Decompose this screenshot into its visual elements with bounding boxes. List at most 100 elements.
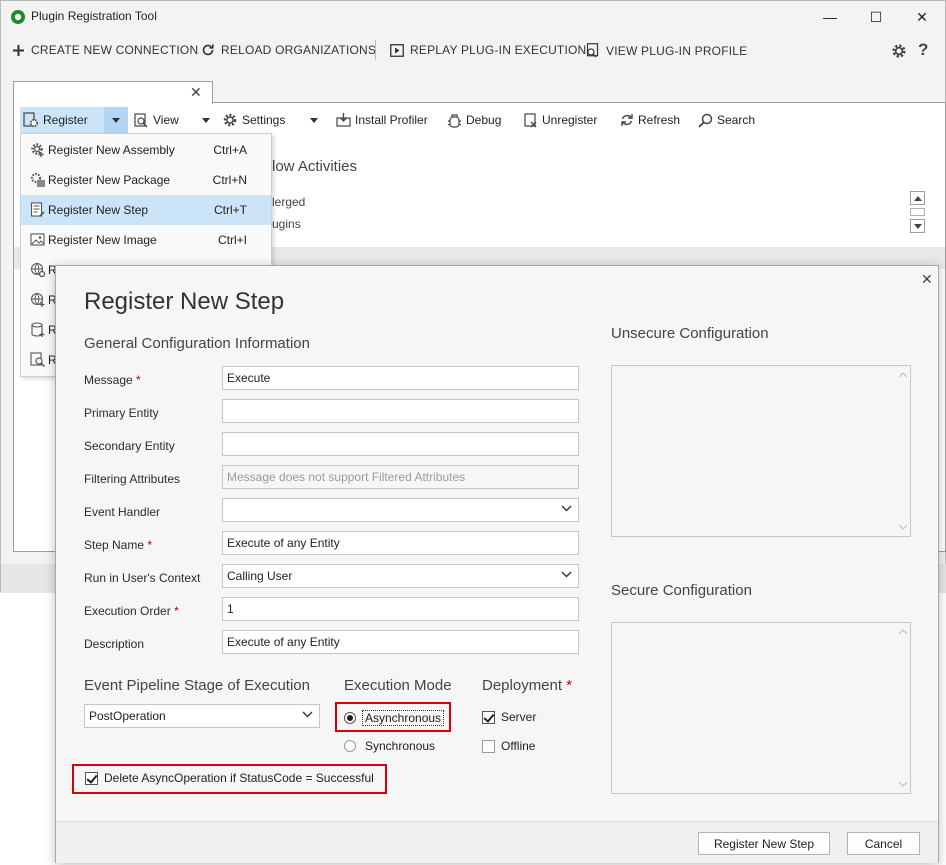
sync-radio[interactable] [344, 740, 356, 752]
menu-item-label: Register New Step [48, 203, 149, 217]
minimize-button[interactable]: — [807, 1, 853, 33]
step-icon [30, 202, 46, 218]
pipeline-stage-select[interactable]: PostOperation [84, 704, 320, 728]
maximize-icon: ☐ [869, 8, 883, 25]
sync-radio-option[interactable]: Synchronous [344, 739, 435, 753]
globe-icon [30, 292, 46, 308]
settings-button[interactable]: Settings [219, 107, 288, 133]
create-connection-button[interactable]: CREATE NEW CONNECTION [12, 43, 198, 57]
menu-item-label: Register New Image [48, 233, 157, 247]
close-icon: ✕ [916, 8, 928, 25]
filtering-attributes-input[interactable]: Message does not support Filtered Attrib… [222, 465, 579, 489]
description-input[interactable]: Execute of any Entity [222, 630, 579, 654]
server-checkbox-option[interactable]: Server [482, 710, 536, 724]
close-window-button[interactable]: ✕ [899, 1, 945, 33]
message-label: Message * [84, 373, 141, 387]
scroll-down-icon [899, 782, 907, 787]
plus-icon [13, 44, 24, 56]
settings-gear-button[interactable] [891, 43, 907, 62]
secondary-entity-input[interactable] [222, 432, 579, 456]
async-radio-option[interactable]: Asynchronous [344, 710, 445, 726]
cancel-button[interactable]: Cancel [847, 832, 920, 855]
register-step-dialog: ✕ Register New Step General Configuratio… [55, 265, 939, 863]
sync-radio-label: Synchronous [365, 739, 436, 753]
debug-button[interactable]: Debug [444, 107, 504, 133]
menu-item-register-assembly[interactable]: Register New Assembly Ctrl+A [21, 135, 271, 165]
close-tab-icon[interactable]: ✕ [190, 84, 202, 101]
search-icon [698, 113, 713, 128]
menu-item-shortcut: Ctrl+I [217, 233, 247, 247]
chevron-down-icon [310, 117, 318, 123]
replay-execution-button[interactable]: REPLAY PLUG-IN EXECUTION [390, 43, 586, 57]
server-checkbox-label: Server [501, 710, 537, 724]
settings-dropdown-button[interactable] [307, 107, 321, 133]
view-profile-button[interactable]: VIEW PLUG-IN PROFILE [585, 43, 747, 58]
menu-item-label: Register New Assembly [48, 143, 175, 157]
scroll-up-icon [899, 629, 907, 634]
async-radio[interactable] [344, 712, 356, 724]
unsecure-config-textarea[interactable] [611, 365, 911, 537]
menu-item-register-image[interactable]: Register New Image Ctrl+I [21, 225, 271, 255]
execution-order-input[interactable]: 1 [222, 597, 579, 621]
required-marker: * [566, 677, 573, 694]
settings-label: Settings [242, 113, 286, 127]
gear-icon [892, 44, 906, 58]
view-dropdown-button[interactable] [199, 107, 213, 133]
offline-checkbox-option[interactable]: Offline [482, 739, 535, 753]
scroll-up-icon [899, 372, 907, 377]
unregister-button[interactable]: Unregister [521, 107, 600, 133]
primary-entity-label: Primary Entity [84, 406, 159, 420]
refresh-button[interactable]: Refresh [617, 107, 683, 133]
menu-item-register-package[interactable]: Register New Package Ctrl+N [21, 165, 271, 195]
package-icon [30, 172, 46, 188]
textarea-scrollbar[interactable] [897, 367, 909, 535]
scroll-down-button[interactable] [910, 219, 925, 233]
register-step-button[interactable]: Register New Step [698, 832, 830, 855]
execution-order-label-text: Execution Order [84, 604, 171, 618]
toolbar-separator [375, 40, 376, 60]
run-context-select[interactable]: Calling User [222, 564, 579, 588]
view-button[interactable]: View [131, 107, 182, 133]
register-gear-icon [23, 112, 39, 128]
event-handler-label: Event Handler [84, 505, 161, 519]
server-checkbox[interactable] [482, 710, 495, 724]
organization-tab[interactable]: ✕ [13, 81, 213, 104]
textarea-scrollbar[interactable] [897, 624, 909, 792]
install-profiler-button[interactable]: Install Profiler [333, 107, 431, 133]
dialog-footer: Register New Step Cancel [56, 821, 938, 863]
offline-checkbox[interactable] [482, 739, 495, 753]
close-dialog-icon[interactable]: ✕ [921, 271, 933, 288]
reload-organizations-button[interactable]: RELOAD ORGANIZATIONS [201, 43, 376, 57]
view-icon [134, 112, 148, 127]
gear-assembly-icon [30, 142, 46, 158]
organization-toolbar: Register View Settings Install Profiler … [17, 107, 937, 133]
search-button[interactable]: Search [695, 107, 758, 133]
delete-async-checkbox[interactable] [85, 771, 98, 785]
required-marker: * [174, 604, 179, 618]
event-handler-select[interactable] [222, 498, 579, 522]
gear-icon [223, 113, 237, 127]
maximize-button[interactable]: ☐ [853, 1, 899, 33]
menu-item-shortcut: Ctrl+N [212, 173, 247, 187]
delete-async-option[interactable]: Delete AsyncOperation if StatusCode = Su… [85, 771, 374, 785]
chevron-down-icon [561, 505, 572, 512]
scroll-down-icon [913, 223, 922, 229]
pipeline-stage-heading: Event Pipeline Stage of Execution [84, 677, 310, 694]
title-bar: Plugin Registration Tool — ☐ ✕ [1, 1, 945, 33]
reload-icon [202, 44, 214, 56]
secure-config-textarea[interactable] [611, 622, 911, 794]
step-name-input[interactable]: Execute of any Entity [222, 531, 579, 555]
chevron-down-icon [302, 711, 313, 718]
execution-mode-heading: Execution Mode [344, 677, 452, 694]
chevron-down-icon [202, 117, 210, 123]
primary-entity-input[interactable] [222, 399, 579, 423]
message-input[interactable]: Execute [222, 366, 579, 390]
help-button[interactable]: ? [918, 40, 928, 60]
register-dropdown-button[interactable] [104, 107, 128, 133]
view-profile-label: VIEW PLUG-IN PROFILE [606, 43, 748, 58]
filtering-attributes-label: Filtering Attributes [84, 472, 181, 486]
scrollbar-thumb[interactable] [910, 208, 925, 216]
menu-item-register-step[interactable]: Register New Step Ctrl+T [21, 195, 271, 225]
scroll-up-button[interactable] [910, 191, 925, 205]
register-button[interactable]: Register [20, 107, 104, 133]
